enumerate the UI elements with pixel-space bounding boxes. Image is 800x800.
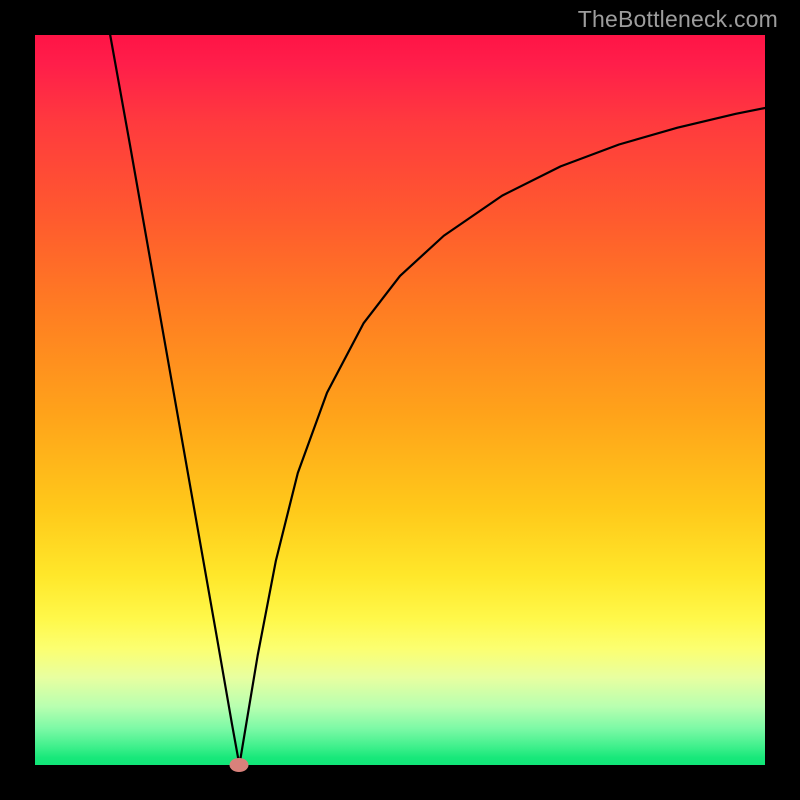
curve-layer: [35, 35, 765, 765]
plot-area: [35, 35, 765, 765]
watermark-text: TheBottleneck.com: [578, 6, 778, 33]
chart-frame: TheBottleneck.com: [0, 0, 800, 800]
curve-left-branch: [110, 35, 239, 765]
curve-right-branch: [239, 108, 765, 765]
minimum-marker: [230, 758, 249, 772]
